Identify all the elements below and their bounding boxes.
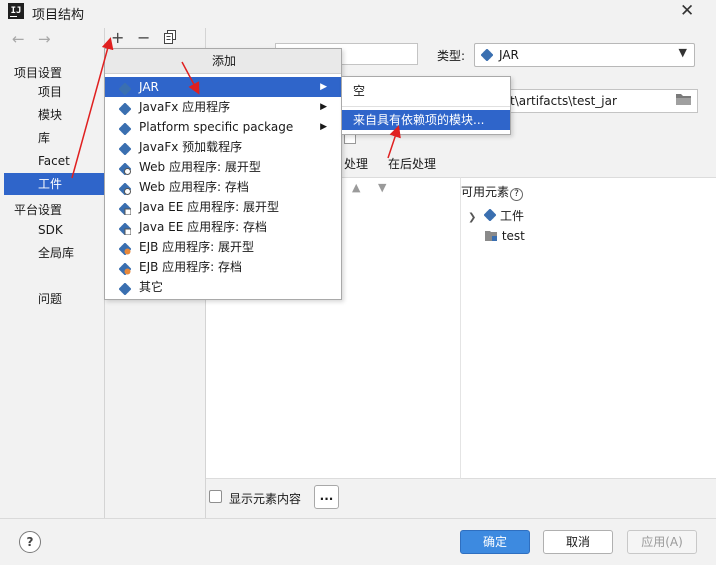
submenu-arrow-icon: ▶ [320,102,327,112]
submenu-item-empty-label: 空 [353,84,366,98]
output-directory-value: t\artifacts\test_jar [510,94,617,108]
popup-item-label: JavaFx 应用程序 [139,100,231,114]
tree-node-artifacts[interactable]: ❯ 工件 [468,207,524,224]
move-down-icon[interactable]: ▼ [378,181,386,194]
popup-item-0[interactable]: JAR ▶ [105,77,341,97]
popup-item-10[interactable]: 其它 [105,277,341,297]
jar-icon [118,81,132,96]
popup-item-9[interactable]: EJB 应用程序: 存档 [105,257,341,277]
type-select-value: JAR [499,48,519,62]
help-icon[interactable]: ? [510,188,524,201]
apply-button[interactable]: 应用(A) [627,530,697,554]
ejb-icon [118,261,132,276]
other-icon [118,281,132,296]
remove-icon[interactable]: − [137,28,150,47]
web-icon [118,181,132,196]
package-icon [118,121,132,136]
help-button[interactable]: ? [19,531,41,553]
popup-item-7[interactable]: Java EE 应用程序: 存档 [105,217,341,237]
nav-item-problems[interactable]: 问题 [4,288,104,310]
popup-item-5[interactable]: Web 应用程序: 存档 [105,177,341,197]
artifact-icon [483,208,497,222]
move-up-icon[interactable]: ▲ [352,181,360,194]
popup-item-label: Web 应用程序: 展开型 [139,160,261,174]
folder-icon[interactable] [674,90,696,112]
back-arrow-icon[interactable]: ← [12,30,25,48]
ok-button[interactable]: 确定 [460,530,530,554]
javaee-icon [118,221,132,236]
tab-postprocessing[interactable]: 在后处理 [388,155,436,172]
chevron-right-icon: ❯ [468,212,477,223]
javafx-icon [118,141,132,156]
popup-item-6[interactable]: Java EE 应用程序: 展开型 [105,197,341,217]
submenu-divider [342,106,510,107]
project-settings-heading: 项目设置 [14,66,63,80]
add-icon[interactable]: + [111,28,124,47]
popup-item-4[interactable]: Web 应用程序: 展开型 [105,157,341,177]
nav-item-artifacts[interactable]: 工件 [4,173,104,195]
submenu-arrow-icon: ▶ [320,122,327,132]
popup-item-label: Platform specific package [139,120,294,134]
javaee-icon [118,201,132,216]
cancel-button[interactable]: 取消 [543,530,613,554]
tree-node-test-label: test [501,229,525,243]
close-icon[interactable]: ✕ [680,1,694,21]
type-select[interactable]: JAR ▼ [474,43,695,67]
popup-item-label: JAR [139,80,159,94]
title-bar [0,0,716,24]
settings-nav: ← → 项目设置 项目 模块 库 Facet 工件 平台设置 SDK 全局库 问… [4,28,105,518]
popup-item-label: Web 应用程序: 存档 [139,180,249,194]
available-elements-label: 可用元素? [461,183,524,201]
popup-item-1[interactable]: JavaFx 应用程序 ▶ [105,97,341,117]
ejb-icon [118,241,132,256]
module-folder-icon [485,231,497,241]
javafx-icon [118,101,132,116]
show-contents-checkbox[interactable] [209,490,222,503]
tree-node-artifacts-label: 工件 [500,209,525,223]
tree-node-test[interactable]: test [485,228,525,243]
popup-item-3[interactable]: JavaFx 预加载程序 [105,137,341,157]
submenu-item-from-modules-label: 来自具有依赖项的模块... [353,113,485,127]
submenu-item-from-modules[interactable]: 来自具有依赖项的模块... [342,110,510,130]
nav-item-project[interactable]: 项目 [4,81,104,103]
forward-arrow-icon[interactable]: → [38,30,51,48]
submenu-arrow-icon: ▶ [320,82,327,92]
platform-settings-heading: 平台设置 [14,203,63,217]
popup-item-label: Java EE 应用程序: 展开型 [139,200,279,214]
popup-item-label: 其它 [139,280,164,294]
add-artifact-popup: 添加 JAR ▶ JavaFx 应用程序 ▶ Platform specific pac… [104,48,342,300]
popup-item-8[interactable]: EJB 应用程序: 展开型 [105,237,341,257]
popup-header: 添加 [105,49,341,74]
nav-item-global-libraries[interactable]: 全局库 [4,242,104,264]
nav-item-sdk[interactable]: SDK [4,219,104,241]
intellij-logo-icon: IJ [8,3,24,19]
nav-item-libraries[interactable]: 库 [4,127,104,149]
popup-item-2[interactable]: Platform specific package ▶ [105,117,341,137]
show-contents-label: 显示元素内容 [229,492,302,506]
nav-item-modules[interactable]: 模块 [4,104,104,126]
jar-icon [481,49,493,61]
window-title: 项目结构 [32,8,85,23]
web-icon [118,161,132,176]
copy-icon[interactable] [164,30,177,47]
popup-item-label: EJB 应用程序: 存档 [139,260,243,274]
chevron-down-icon: ▼ [678,46,687,59]
tab-preprocessing[interactable]: 处理 [344,155,368,172]
popup-item-label: Java EE 应用程序: 存档 [139,220,267,234]
popup-item-label: JavaFx 预加载程序 [139,140,243,154]
popup-item-label: EJB 应用程序: 展开型 [139,240,255,254]
nav-item-facets[interactable]: Facet [4,150,104,172]
jar-submenu: 空 来自具有依赖项的模块... [341,76,511,135]
submenu-item-empty[interactable]: 空 [342,81,510,101]
available-elements-text: 可用元素 [461,185,510,199]
type-label: 类型: [437,49,466,63]
more-options-button[interactable]: ... [314,485,339,509]
